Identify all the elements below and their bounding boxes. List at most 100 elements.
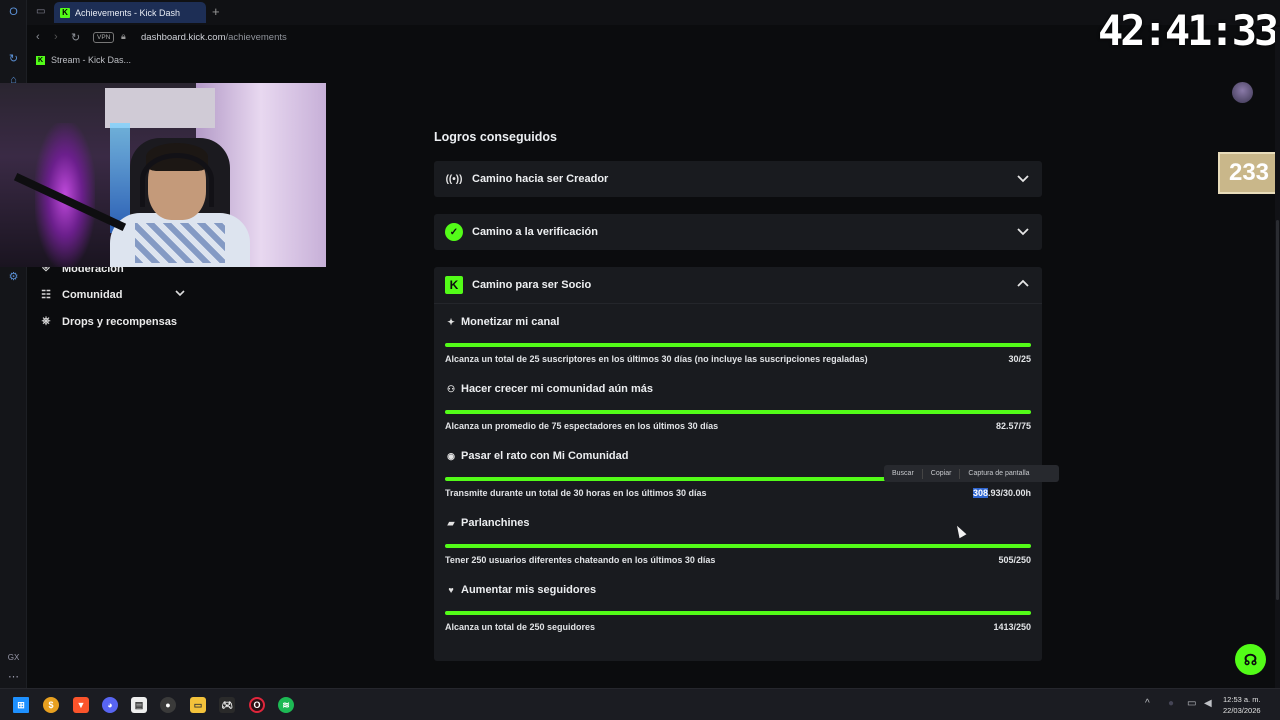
goal-value: 82.57/75 [995,421,1031,431]
tab-switcher-icon[interactable]: ▭ [36,6,45,17]
back-icon[interactable]: ‹ [36,31,40,43]
verified-badge-icon: ✓ [445,223,463,241]
lock-icon[interactable]: 🔒︎ [121,31,126,42]
sidebar-item-label: Drops y recompensas [62,315,177,328]
goal-title: Hacer crecer mi comunidad aún más [461,383,653,395]
spotify-icon[interactable]: ≋ [278,697,294,713]
microphone-icon[interactable]: ● [1168,698,1174,709]
settings-icon[interactable]: ⚙ [6,270,21,285]
clock-time: 12:53 a. m. [1223,695,1261,704]
value-rest: .93/30.00h [987,488,1031,498]
accordion-label: Camino para ser Socio [472,279,592,291]
new-tab-icon[interactable]: + [212,4,220,19]
goal-item: ▰ Parlanchines Tener 250 usuarios diferen… [445,505,1031,572]
chevron-up-icon[interactable] [1016,277,1030,291]
coin-app-icon[interactable]: $ [43,697,59,713]
address-bar: ‹ › ↻ VPN 🔒︎ dashboard.kick.com/achievem… [27,27,1280,49]
chevron-down-icon[interactable] [1016,224,1030,238]
bookmark-label: Stream - Kick Das... [51,55,132,65]
reload-icon[interactable]: ↻ [71,31,80,44]
gx-icon[interactable]: GX [6,650,21,665]
broadcast-icon: ◉ [447,450,455,461]
volume-icon[interactable]: ◀︎ [1204,698,1212,709]
heart-icon: ♥ [448,585,454,595]
windows-start-icon[interactable]: ⊞ [13,697,29,713]
goal-title: Aumentar mis seguidores [461,584,597,596]
chat-icon: ▰ [447,517,455,528]
gamepad-icon[interactable]: 🎮︎ [219,697,235,713]
goal-value: 505/250 [998,555,1031,565]
chevron-down-icon[interactable] [174,287,186,299]
vpn-badge[interactable]: VPN [93,32,115,43]
group-icon: ⚇ [446,383,456,394]
accordion-socio: K Camino para ser Socio ✦ Monetizar mi ca… [434,267,1042,661]
taskbar-clock[interactable]: 12:53 a. m. 22/03/2026 [1223,694,1261,716]
avatar[interactable] [1232,82,1253,103]
opera-gx-icon[interactable]: O [249,697,265,713]
stream-timer: 42:41:33 [1098,6,1279,55]
clock-date: 22/03/2026 [1223,706,1261,715]
sidebar-item-drops[interactable]: ⎈ Drops y recompensas [39,315,177,328]
folder-icon[interactable]: ▭ [190,697,206,713]
support-chat-button[interactable]: ☊ [1235,644,1266,675]
sidebar-item-comunidad[interactable]: ☷ Comunidad [39,288,123,302]
page-title: Logros conseguidos [434,130,557,144]
accordion-label: Camino a la verificación [472,226,598,238]
selected-text: 308 [972,488,988,498]
accordion-socio-header[interactable]: K Camino para ser Socio [434,267,1042,303]
bookmark-stream[interactable]: K Stream - Kick Das... [27,52,131,68]
goal-description: Alcanza un total de 250 seguidores [445,622,596,632]
kick-favicon-icon: K [60,7,70,18]
refresh-panel-icon[interactable]: ↻ [6,52,21,67]
goal-description: Transmite durante un total de 30 horas e… [445,488,707,498]
url-field[interactable]: dashboard.kick.com/achievements [141,32,287,43]
goal-description: Tener 250 usuarios diferentes chateando … [445,555,716,565]
people-icon: ☷ [41,289,51,301]
sidebar-item-label: Comunidad [62,288,123,301]
goal-title: Parlanchines [461,517,530,529]
goal-item: ⚇ Hacer crecer mi comunidad aún más Alcan… [445,371,1031,438]
goal-description: Alcanza un promedio de 75 espectadores e… [445,421,719,431]
search-button[interactable]: Buscar [884,470,922,477]
goal-value[interactable]: 308.93/30.00h [972,488,1031,498]
github-icon[interactable]: ● [160,697,176,713]
goal-item: ✦ Monetizar mi canal Alcanza un total de … [445,304,1031,371]
network-icon[interactable]: ▭ [1187,698,1196,709]
more-icon[interactable]: ⋯ [6,670,21,685]
taskbar: ⊞ $ ▼ ◕ ▤ ● ▭ 🎮︎ O ≋ ^ ● ▭ ◀︎ 12:53 a. m… [0,688,1280,720]
brave-browser-icon[interactable]: ▼ [73,697,89,713]
goal-title: Monetizar mi canal [461,316,560,328]
tab-achievements[interactable]: K Achievements - Kick Dash [54,2,206,23]
goal-value: 1413/250 [993,622,1031,632]
tab-bar: ▭ K Achievements - Kick Dash + [27,0,1280,25]
progress-bar [445,410,1031,414]
chevron-up-icon[interactable]: ^ [1145,698,1150,709]
progress-bar [445,343,1031,347]
scrollbar-thumb[interactable] [1276,220,1279,600]
screenshot-button[interactable]: Captura de pantalla [960,470,1037,477]
discord-icon[interactable]: ◕ [102,697,118,713]
progress-bar [445,611,1031,615]
chevron-down-icon[interactable] [1016,171,1030,185]
webcam-overlay [0,83,326,267]
accordion-verificacion[interactable]: ✓ Camino a la verificación [434,214,1042,250]
sparkle-icon: ✦ [447,316,455,327]
tab-title: Achievements - Kick Dash [75,7,181,18]
url-host: dashboard.kick.com [141,32,226,43]
store-icon[interactable]: ▤ [131,697,147,713]
kick-favicon-icon: K [36,55,45,65]
goal-description: Alcanza un total de 25 suscriptores en l… [445,354,868,364]
sub-counter: 233 [1218,152,1280,194]
broadcast-icon: ((•)) [445,173,463,185]
goal-title: Pasar el rato con Mi Comunidad [461,450,629,462]
goal-value: 30/25 [1008,354,1031,364]
accordion-creador[interactable]: ((•)) Camino hacia ser Creador [434,161,1042,197]
headset-icon: ☊ [1243,651,1258,669]
copy-button[interactable]: Copiar [923,470,960,477]
opera-logo-icon[interactable]: O [6,5,21,20]
selection-popup: Buscar Copiar Captura de pantalla [884,465,1059,482]
forward-icon[interactable]: › [54,31,58,43]
goal-item: ♥ Aumentar mis seguidores Alcanza un tota… [445,572,1031,639]
gift-icon: ⎈ [41,315,51,327]
accordion-label: Camino hacia ser Creador [472,173,609,185]
